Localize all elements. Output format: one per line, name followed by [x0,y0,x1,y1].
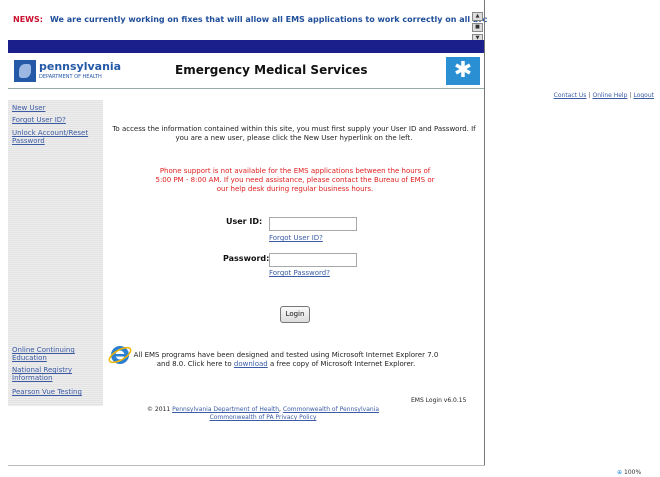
login-button[interactable]: Login [280,306,310,323]
intro-text: To access the information contained with… [112,125,476,142]
password-field[interactable] [269,253,357,267]
sidebar-item-unlock-account[interactable]: Unlock Account/Reset Password [12,129,98,145]
news-ticker: NEWS: We are currently working on fixes … [8,8,487,43]
footer-comma: , [279,406,281,413]
dept-health-link[interactable]: Pennsylvania Department of Health [172,406,279,413]
password-label: Password: [223,254,270,263]
online-help-link[interactable]: Online Help [592,92,627,99]
contact-us-link[interactable]: Contact Us [554,92,587,99]
download-link[interactable]: download [234,360,268,368]
copyright: © 2011 [146,406,171,413]
footer: © 2011 Pennsylvania Department of Health… [113,406,413,422]
user-id-label: User ID: [226,217,263,226]
pa-logo[interactable]: pennsylvania DEPARTMENT OF HEALTH [14,58,134,84]
forgot-password-link[interactable]: Forgot Password? [269,269,330,277]
logo-name: pennsylvania [39,60,122,73]
up-icon[interactable]: ▲ [472,12,483,21]
logo-sub: DEPARTMENT OF HEALTH [39,74,102,80]
sidebar-item-national-registry[interactable]: National Registry Information [12,366,92,382]
version-text: EMS Login v6.0.15 [411,397,467,404]
news-text[interactable]: We are currently working on fixes that w… [50,15,487,24]
keystone-icon [14,60,36,82]
news-label: NEWS: [13,15,43,24]
phone-notice: Phone support is not available for the E… [155,167,435,193]
page-border-bottom [8,465,485,466]
logout-link[interactable]: Logout [633,92,654,99]
pause-icon[interactable]: ■ [472,23,483,32]
main-content: To access the information contained with… [103,100,484,421]
separator: | [588,92,591,99]
page-border-right [484,0,485,466]
ie-notice: All EMS programs have been designed and … [126,351,446,369]
zoom-level[interactable]: 100% [624,469,641,476]
sidebar-item-new-user[interactable]: New User [12,104,45,112]
sidebar-item-forgot-user-id[interactable]: Forgot User ID? [12,116,66,124]
status-bar: ⊕ 100% [617,469,641,476]
blue-banner [8,40,484,53]
page-title: Emergency Medical Services [175,63,368,77]
privacy-policy-link[interactable]: Commonwealth of PA Privacy Policy [210,414,317,421]
sidebar: New User Forgot User ID? Unlock Account/… [8,100,103,406]
user-id-field[interactable] [269,217,357,231]
site-header: pennsylvania DEPARTMENT OF HEALTH Emerge… [8,55,484,89]
top-links: Contact Us | Online Help | Logout [554,92,654,99]
ie-suffix: a free copy of Microsoft Internet Explor… [269,360,416,368]
star-of-life-icon: ✱ [446,57,480,85]
sidebar-item-online-education[interactable]: Online Continuing Education [12,346,92,362]
commonwealth-link[interactable]: Commonwealth of Pennsylvania [283,406,379,413]
forgot-user-id-link[interactable]: Forgot User ID? [269,234,323,242]
zoom-icon[interactable]: ⊕ [617,469,622,476]
sidebar-item-pearson-vue[interactable]: Pearson Vue Testing [12,388,82,396]
separator: | [629,92,632,99]
